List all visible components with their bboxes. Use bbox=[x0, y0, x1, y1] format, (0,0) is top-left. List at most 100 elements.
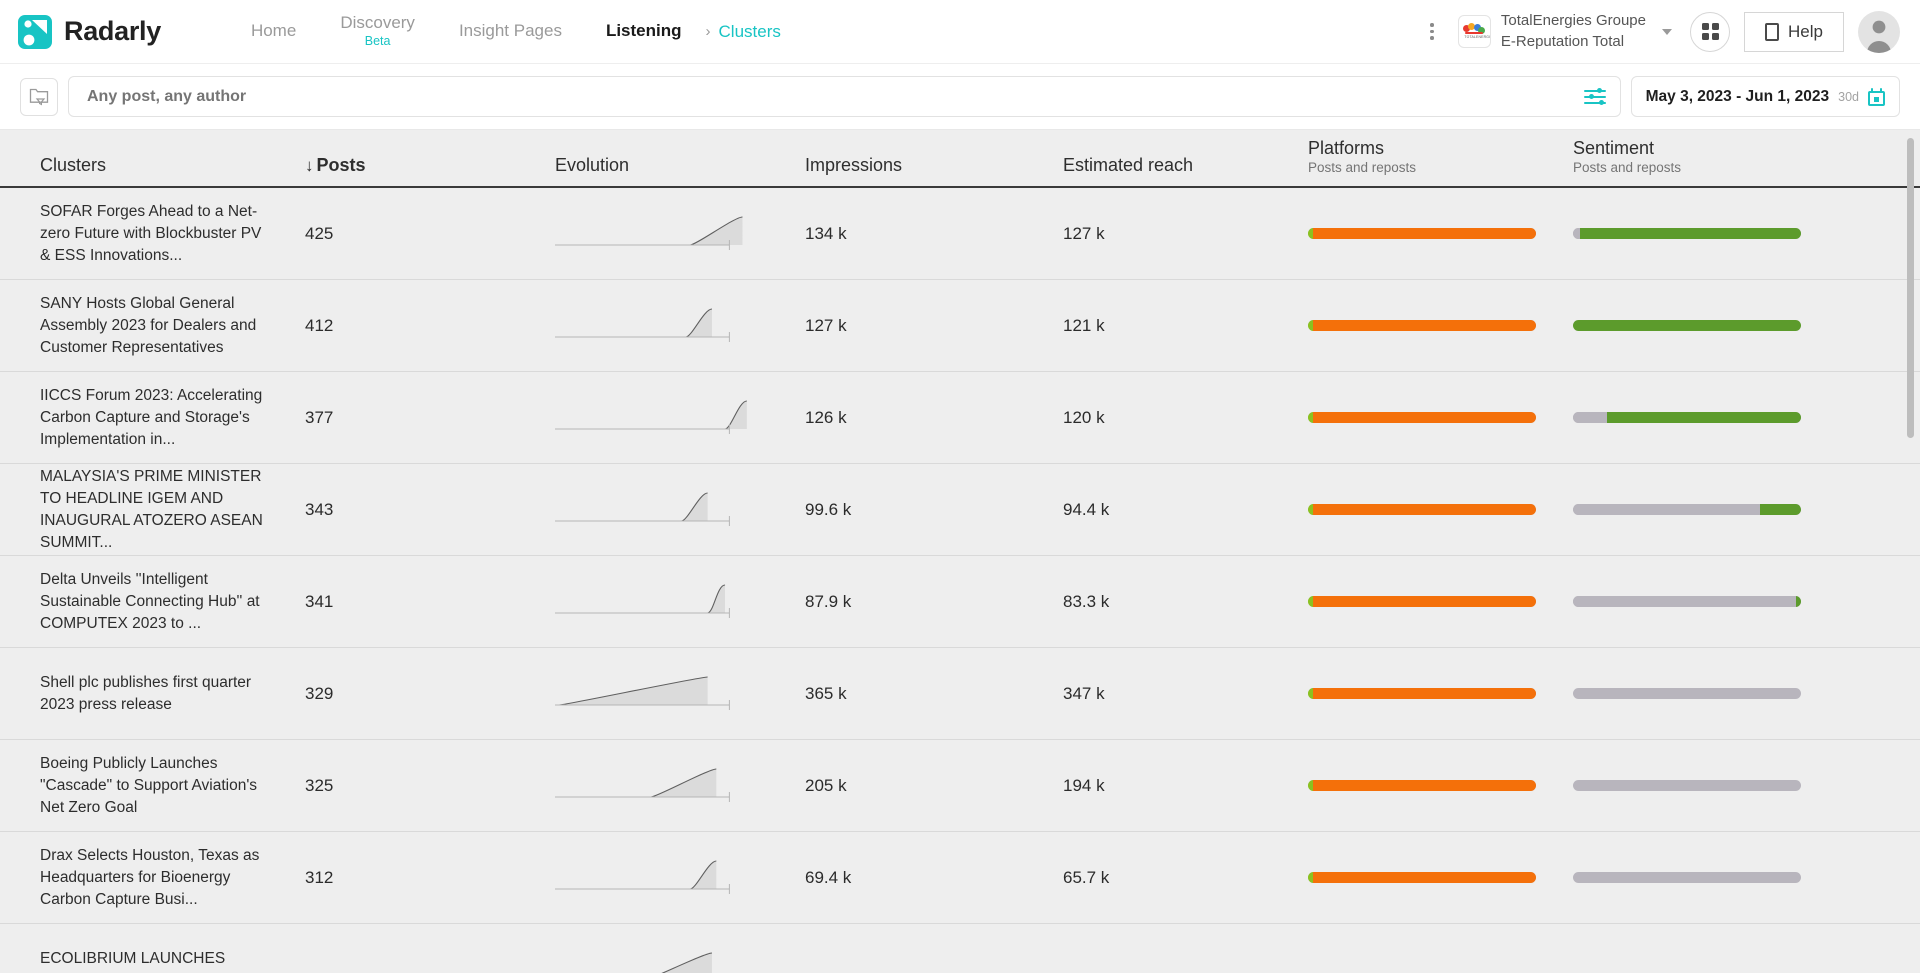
breadcrumb-clusters[interactable]: Clusters bbox=[713, 22, 781, 42]
table-row[interactable]: ECOLIBRIUM LAUNCHES SMARTSENSE DISCOVERY… bbox=[0, 924, 1920, 973]
cluster-cell[interactable]: Boeing Publicly Launches "Cascade" to Su… bbox=[40, 753, 305, 819]
posts-value: 425 bbox=[305, 223, 334, 243]
date-range-duration: 30d bbox=[1838, 89, 1859, 104]
help-button[interactable]: Help bbox=[1744, 11, 1844, 52]
search-input[interactable] bbox=[87, 87, 1584, 106]
column-header-platforms[interactable]: Platforms Posts and reposts bbox=[1308, 138, 1573, 186]
platforms-bar[interactable] bbox=[1308, 228, 1536, 239]
column-header-clusters[interactable]: Clusters bbox=[40, 155, 305, 186]
evolution-sparkline bbox=[555, 215, 743, 250]
estimated-reach-value: 127 k bbox=[1063, 223, 1105, 243]
sentiment-bar[interactable] bbox=[1573, 780, 1801, 791]
evolution-cell bbox=[555, 671, 805, 717]
nav-item-discovery[interactable]: Discovery Beta bbox=[318, 13, 437, 48]
posts-value: 377 bbox=[305, 407, 334, 427]
evolution-sparkline bbox=[555, 767, 730, 802]
table-row[interactable]: Drax Selects Houston, Texas as Headquart… bbox=[0, 832, 1920, 924]
estimated-reach-cell: 121 k bbox=[1063, 316, 1308, 336]
table-row[interactable]: SOFAR Forges Ahead to a Net-zero Future … bbox=[0, 188, 1920, 280]
saved-filter-folder-button[interactable] bbox=[20, 77, 58, 116]
cluster-cell[interactable]: SOFAR Forges Ahead to a Net-zero Future … bbox=[40, 201, 305, 267]
more-vertical-icon[interactable] bbox=[1424, 19, 1440, 44]
sentiment-cell bbox=[1573, 780, 1863, 791]
evolution-cell bbox=[555, 947, 805, 973]
table-row[interactable]: Boeing Publicly Launches "Cascade" to Su… bbox=[0, 740, 1920, 832]
impressions-cell: 134 k bbox=[805, 224, 1063, 244]
column-header-posts[interactable]: ↓ Posts bbox=[305, 155, 555, 186]
estimated-reach-value: 94.4 k bbox=[1063, 499, 1110, 519]
sentiment-bar[interactable] bbox=[1573, 688, 1801, 699]
table-row[interactable]: Delta Unveils ''Intelligent Sustainable … bbox=[0, 556, 1920, 648]
table-row[interactable]: IICCS Forum 2023: Accelerating Carbon Ca… bbox=[0, 372, 1920, 464]
platforms-cell bbox=[1308, 320, 1573, 331]
nav-item-listening[interactable]: Listening bbox=[584, 21, 704, 41]
table-row[interactable]: MALAYSIA'S PRIME MINISTER TO HEADLINE IG… bbox=[0, 464, 1920, 556]
platforms-bar[interactable] bbox=[1308, 872, 1536, 883]
estimated-reach-value: 65.7 k bbox=[1063, 867, 1110, 887]
cluster-cell[interactable]: Delta Unveils ''Intelligent Sustainable … bbox=[40, 569, 305, 635]
main-menu: Home Discovery Beta Insight Pages Listen… bbox=[229, 13, 781, 48]
brand[interactable]: Radarly bbox=[18, 14, 161, 49]
platforms-bar[interactable] bbox=[1308, 596, 1536, 607]
estimated-reach-cell: 94.4 k bbox=[1063, 500, 1308, 520]
posts-cell: 325 bbox=[305, 776, 555, 796]
evolution-cell bbox=[555, 579, 805, 625]
evolution-cell bbox=[555, 763, 805, 809]
scrollbar-thumb[interactable] bbox=[1907, 138, 1914, 438]
cluster-cell[interactable]: MALAYSIA'S PRIME MINISTER TO HEADLINE IG… bbox=[40, 466, 305, 554]
evolution-sparkline bbox=[555, 491, 730, 526]
estimated-reach-cell: 83.3 k bbox=[1063, 592, 1308, 612]
apps-grid-button[interactable] bbox=[1690, 11, 1730, 52]
user-avatar-button[interactable] bbox=[1858, 10, 1900, 53]
platforms-bar[interactable] bbox=[1308, 320, 1536, 331]
sentiment-bar[interactable] bbox=[1573, 320, 1801, 331]
sentiment-bar[interactable] bbox=[1573, 872, 1801, 883]
cluster-cell[interactable]: IICCS Forum 2023: Accelerating Carbon Ca… bbox=[40, 385, 305, 451]
posts-cell: 377 bbox=[305, 408, 555, 428]
vertical-scrollbar[interactable] bbox=[1907, 138, 1914, 965]
platforms-bar[interactable] bbox=[1308, 504, 1536, 515]
sentiment-bar-segment bbox=[1573, 688, 1801, 699]
sentiment-bar-segment bbox=[1573, 504, 1760, 515]
date-range-picker[interactable]: May 3, 2023 - Jun 1, 2023 30d bbox=[1630, 76, 1900, 117]
table-row[interactable]: SANY Hosts Global General Assembly 2023 … bbox=[0, 280, 1920, 372]
column-header-estimated-reach[interactable]: Estimated reach bbox=[1063, 155, 1308, 186]
sliders-filter-icon[interactable] bbox=[1583, 88, 1606, 106]
platforms-bar-segment bbox=[1312, 688, 1536, 699]
table-row[interactable]: Shell plc publishes first quarter 2023 p… bbox=[0, 648, 1920, 740]
sentiment-bar[interactable] bbox=[1573, 596, 1801, 607]
posts-cell: 329 bbox=[305, 684, 555, 704]
nav-item-home[interactable]: Home bbox=[229, 21, 318, 41]
column-header-sentiment[interactable]: Sentiment Posts and reposts bbox=[1573, 138, 1863, 186]
estimated-reach-value: 347 k bbox=[1063, 683, 1105, 703]
cluster-cell[interactable]: SANY Hosts Global General Assembly 2023 … bbox=[40, 293, 305, 359]
platforms-bar[interactable] bbox=[1308, 780, 1536, 791]
platforms-cell bbox=[1308, 688, 1573, 699]
cluster-cell[interactable]: ECOLIBRIUM LAUNCHES SMARTSENSE DISCOVERY… bbox=[40, 948, 305, 973]
search-field-container[interactable] bbox=[68, 76, 1621, 117]
sentiment-bar-segment bbox=[1573, 228, 1580, 239]
column-header-impressions[interactable]: Impressions bbox=[805, 155, 1063, 186]
cluster-cell[interactable]: Drax Selects Houston, Texas as Headquart… bbox=[40, 845, 305, 911]
estimated-reach-cell: 120 k bbox=[1063, 408, 1308, 428]
posts-value: 341 bbox=[305, 591, 334, 611]
estimated-reach-cell: 127 k bbox=[1063, 224, 1308, 244]
project-selector[interactable]: TOTALENERGIES TotalEnergies Groupe E-Rep… bbox=[1454, 9, 1676, 54]
cluster-cell[interactable]: Shell plc publishes first quarter 2023 p… bbox=[40, 672, 305, 716]
grid-apps-icon bbox=[1701, 23, 1719, 40]
help-button-label: Help bbox=[1788, 21, 1823, 41]
platforms-bar-segment bbox=[1312, 780, 1536, 791]
nav-item-insight-pages[interactable]: Insight Pages bbox=[437, 21, 584, 41]
date-range-label: May 3, 2023 - Jun 1, 2023 bbox=[1645, 87, 1830, 105]
book-icon bbox=[1765, 22, 1780, 41]
platforms-bar-segment bbox=[1312, 228, 1536, 239]
chevron-down-icon[interactable] bbox=[1662, 28, 1672, 35]
column-header-evolution[interactable]: Evolution bbox=[555, 155, 805, 186]
posts-cell: 343 bbox=[305, 500, 555, 520]
sentiment-bar[interactable] bbox=[1573, 504, 1801, 515]
platforms-bar[interactable] bbox=[1308, 688, 1536, 699]
sentiment-bar[interactable] bbox=[1573, 412, 1801, 423]
sentiment-bar[interactable] bbox=[1573, 228, 1801, 239]
platforms-bar[interactable] bbox=[1308, 412, 1536, 423]
impressions-value: 87.9 k bbox=[805, 591, 852, 611]
